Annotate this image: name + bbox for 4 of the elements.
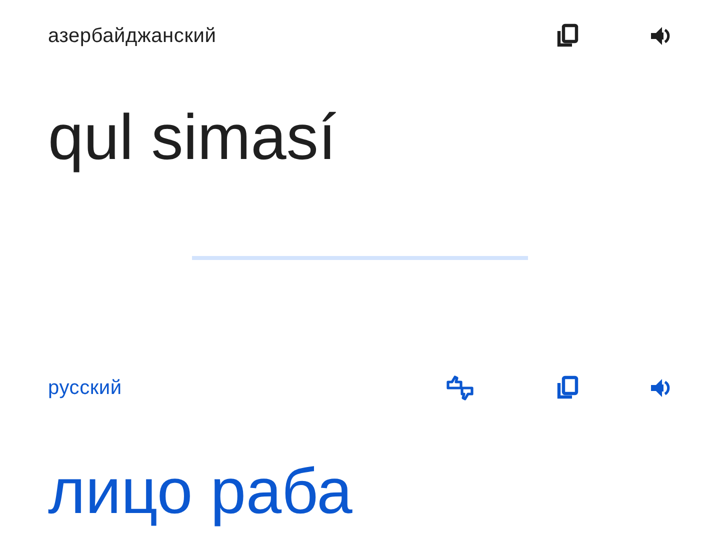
source-text: qul simasí <box>47 100 338 175</box>
translation-text: лицо раба <box>47 454 354 529</box>
language-label: азербайджанский <box>48 24 216 48</box>
language-label: русский <box>48 376 122 400</box>
